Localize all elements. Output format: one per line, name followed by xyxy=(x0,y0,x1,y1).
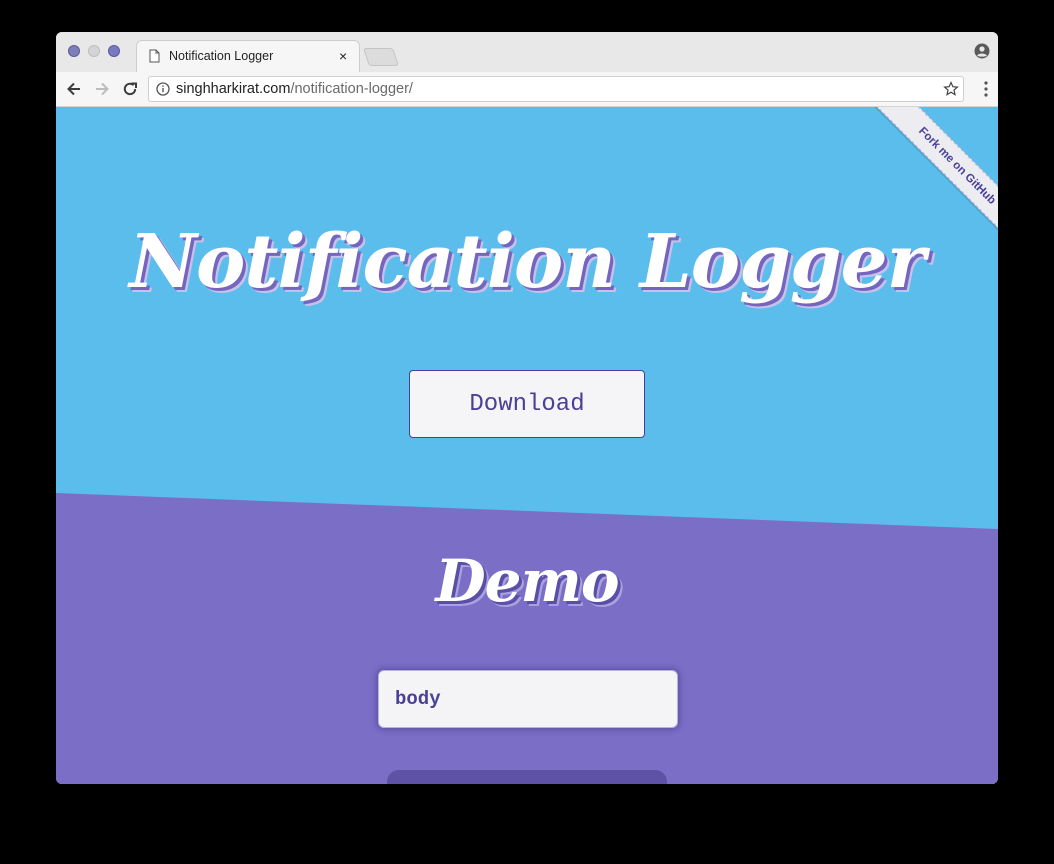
browser-toolbar: singhharkirat.com/notification-logger/ xyxy=(56,72,998,107)
tab-title: Notification Logger xyxy=(169,49,274,63)
download-button[interactable]: Download xyxy=(409,370,645,438)
maximize-window-button[interactable] xyxy=(108,45,120,57)
tab-strip: Notification Logger × xyxy=(56,32,998,73)
reload-icon[interactable] xyxy=(120,79,140,99)
browser-window: Notification Logger × singhharkirat.com/… xyxy=(56,32,998,784)
demo-heading: Demo xyxy=(435,547,619,615)
new-tab-icon[interactable] xyxy=(363,48,399,66)
forward-icon[interactable] xyxy=(92,79,112,99)
back-icon[interactable] xyxy=(64,79,84,99)
menu-icon[interactable] xyxy=(984,81,988,97)
demo-input[interactable]: body xyxy=(378,670,678,728)
close-icon[interactable]: × xyxy=(339,49,351,63)
window-controls xyxy=(68,45,120,57)
document-icon xyxy=(149,49,160,63)
page-title: Notification Logger xyxy=(129,219,925,305)
profile-icon[interactable] xyxy=(974,43,990,59)
url-path: /notification-logger/ xyxy=(290,81,413,97)
star-icon[interactable] xyxy=(943,81,959,97)
info-icon[interactable] xyxy=(156,82,170,96)
address-bar[interactable]: singhharkirat.com/notification-logger/ xyxy=(148,76,964,102)
minimize-window-button[interactable] xyxy=(88,45,100,57)
web-page: Fork me on GitHub Notification Logger Do… xyxy=(56,107,998,784)
url-text: singhharkirat.com/notification-logger/ xyxy=(176,77,413,101)
browser-tab[interactable]: Notification Logger × xyxy=(136,40,360,72)
demo-button-partial[interactable] xyxy=(387,770,667,784)
close-window-button[interactable] xyxy=(68,45,80,57)
url-host: singhharkirat.com xyxy=(176,81,291,97)
